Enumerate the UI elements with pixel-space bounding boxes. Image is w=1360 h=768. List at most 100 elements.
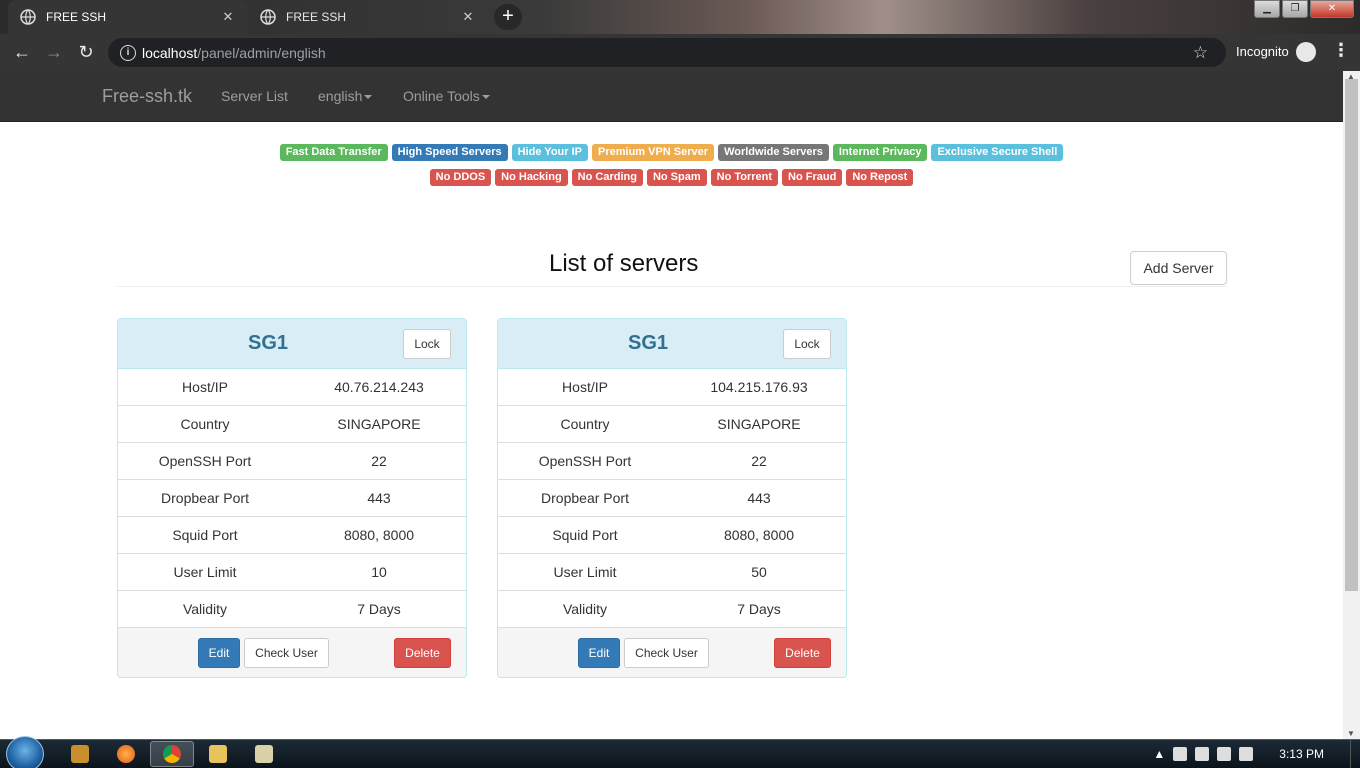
- table-row: Country SINGAPORE: [498, 406, 846, 443]
- row-key: Host/IP: [182, 379, 228, 395]
- browser-tab-active[interactable]: FREE SSH ✕: [8, 0, 248, 34]
- row-value: 8080, 8000: [343, 527, 415, 543]
- scroll-down-arrow-icon[interactable]: ▼: [1347, 729, 1355, 738]
- site-navbar: Free-ssh.tk Server List english Online T…: [0, 71, 1343, 122]
- table-row: Host/IP 40.76.214.243: [118, 369, 466, 406]
- media-player-icon[interactable]: [58, 741, 102, 767]
- row-value: 40.76.214.243: [334, 379, 424, 395]
- row-key: Host/IP: [562, 379, 608, 395]
- battery-icon[interactable]: [1195, 747, 1210, 761]
- nav-server-list[interactable]: Server List: [221, 88, 288, 104]
- browser-tab[interactable]: FREE SSH ✕: [248, 0, 488, 34]
- rule-label: No Hacking: [495, 169, 568, 186]
- show-hidden-icons-icon[interactable]: ▲: [1153, 747, 1165, 761]
- maximize-button[interactable]: ❐: [1282, 0, 1308, 18]
- action-center-icon[interactable]: [1173, 747, 1188, 761]
- system-tray: ▲ 3:13 PM: [1153, 740, 1360, 768]
- address-bar[interactable]: i localhost/panel/admin/english ☆: [108, 38, 1226, 67]
- tab-title: FREE SSH: [46, 10, 107, 24]
- new-tab-button[interactable]: +: [494, 4, 522, 30]
- server-panel: SG1 Lock Host/IP 104.215.176.93 Country SI…: [497, 318, 847, 678]
- show-desktop-button[interactable]: [1350, 740, 1360, 768]
- table-row: User Limit 50: [498, 554, 846, 591]
- browser-toolbar: ← → ↻ i localhost/panel/admin/english ☆: [0, 34, 1360, 71]
- row-value: 10: [371, 564, 387, 580]
- add-server-button[interactable]: Add Server: [1130, 251, 1227, 285]
- rule-labels: No DDOS No Hacking No Carding No Spam No…: [0, 169, 1343, 186]
- table-row: Squid Port 8080, 8000: [118, 517, 466, 554]
- file-explorer-icon[interactable]: [196, 741, 240, 767]
- row-key: Country: [180, 416, 230, 432]
- check-user-button[interactable]: Check User: [624, 638, 709, 668]
- delete-button[interactable]: Delete: [394, 638, 451, 668]
- table-row: Squid Port 8080, 8000: [498, 517, 846, 554]
- nav-online-tools-dropdown[interactable]: Online Tools: [403, 88, 490, 104]
- row-key: Squid Port: [172, 527, 238, 543]
- reload-icon[interactable]: ↻: [70, 37, 102, 69]
- row-key: Country: [560, 416, 610, 432]
- edit-button[interactable]: Edit: [198, 638, 240, 668]
- rule-label: No Spam: [646, 169, 707, 186]
- notepad-icon[interactable]: [242, 741, 286, 767]
- row-key: Dropbear Port: [161, 490, 249, 506]
- network-signal-icon[interactable]: [1217, 747, 1232, 761]
- table-row: User Limit 10: [118, 554, 466, 591]
- server-name: SG1: [627, 332, 669, 354]
- url-path: /panel/admin/english: [197, 44, 326, 61]
- table-row: Dropbear Port 443: [118, 480, 466, 517]
- table-row: Validity 7 Days: [498, 591, 846, 628]
- minimize-button[interactable]: ▁: [1254, 0, 1280, 18]
- edit-button[interactable]: Edit: [578, 638, 620, 668]
- check-user-button[interactable]: Check User: [244, 638, 329, 668]
- row-value: 443: [367, 490, 391, 506]
- forward-arrow-icon[interactable]: →: [38, 37, 70, 69]
- row-value: 7 Days: [357, 601, 401, 617]
- bookmark-star-icon[interactable]: ☆: [1193, 43, 1208, 63]
- globe-icon: [260, 9, 276, 25]
- row-key: Validity: [182, 601, 228, 617]
- rule-label: No Fraud: [782, 169, 843, 186]
- start-button[interactable]: [6, 736, 44, 768]
- info-icon[interactable]: i: [120, 44, 136, 61]
- row-value: 443: [747, 490, 771, 506]
- feature-label: High Speed Servers: [391, 144, 508, 161]
- window-close-button[interactable]: ✕: [1310, 0, 1354, 18]
- chrome-icon[interactable]: [150, 741, 194, 767]
- feature-label: Internet Privacy: [832, 144, 928, 161]
- feature-labels: Fast Data Transfer High Speed Servers Hi…: [0, 144, 1343, 161]
- nav-language-label: english: [318, 88, 363, 104]
- page-scrollbar[interactable]: ▲ ▼: [1343, 71, 1360, 739]
- close-icon[interactable]: ✕: [460, 9, 476, 25]
- back-arrow-icon[interactable]: ←: [6, 37, 38, 69]
- nav-language-dropdown[interactable]: english: [318, 88, 373, 104]
- delete-button[interactable]: Delete: [774, 638, 831, 668]
- table-row: Country SINGAPORE: [118, 406, 466, 443]
- feature-label: Premium VPN Server: [592, 144, 715, 161]
- lock-button[interactable]: Lock: [783, 329, 831, 359]
- feature-label: Worldwide Servers: [718, 144, 829, 161]
- row-value: SINGAPORE: [717, 416, 801, 432]
- volume-icon[interactable]: [1239, 747, 1254, 761]
- row-value: 22: [371, 453, 387, 469]
- page-title: List of servers: [549, 250, 699, 277]
- incognito-icon[interactable]: [1296, 42, 1316, 62]
- feature-label: Exclusive Secure Shell: [931, 144, 1064, 161]
- row-key: OpenSSH Port: [158, 453, 252, 469]
- server-panel-header: SG1 Lock: [118, 319, 466, 369]
- scrollbar-thumb[interactable]: [1345, 79, 1358, 591]
- tab-title: FREE SSH: [286, 10, 347, 24]
- table-row: Validity 7 Days: [118, 591, 466, 628]
- close-icon[interactable]: ✕: [220, 9, 236, 25]
- rule-label: No Torrent: [710, 169, 779, 186]
- taskbar-clock[interactable]: 3:13 PM: [1279, 747, 1324, 761]
- firefox-icon[interactable]: [104, 741, 148, 767]
- feature-label: Hide Your IP: [511, 144, 588, 161]
- server-panel-header: SG1 Lock: [498, 319, 846, 369]
- nav-online-tools-label: Online Tools: [403, 88, 480, 104]
- row-value: 8080, 8000: [723, 527, 795, 543]
- server-name: SG1: [247, 332, 289, 354]
- table-row: Dropbear Port 443: [498, 480, 846, 517]
- menu-kebab-icon[interactable]: ⋮: [1332, 40, 1350, 61]
- lock-button[interactable]: Lock: [403, 329, 451, 359]
- site-brand[interactable]: Free-ssh.tk: [102, 86, 192, 107]
